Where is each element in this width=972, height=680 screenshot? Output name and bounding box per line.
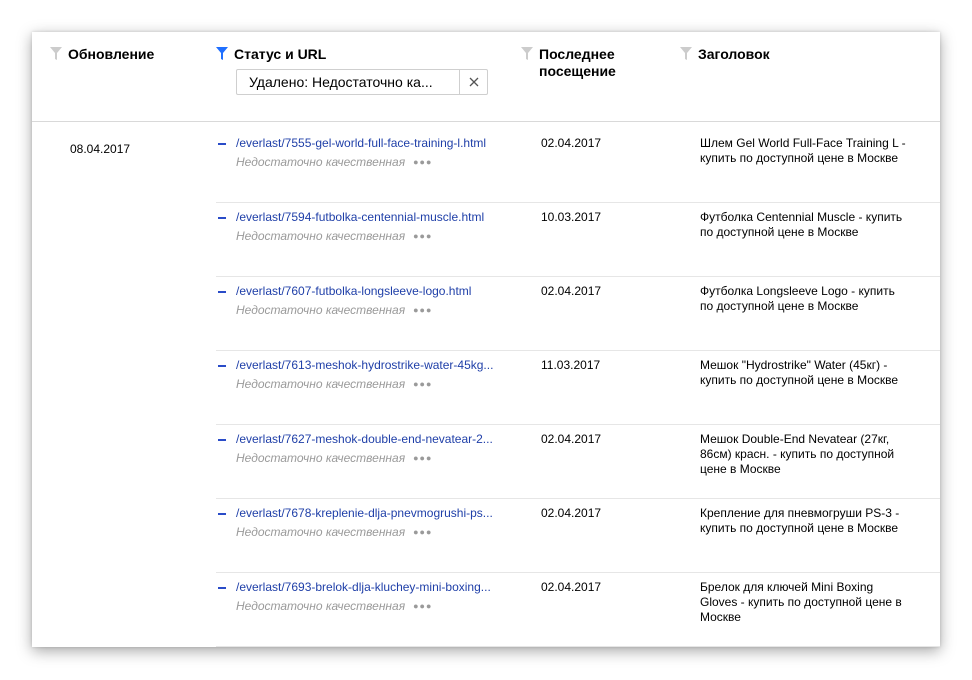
status-text: Недостаточно качественная (236, 525, 406, 539)
clear-filter-button[interactable] (459, 70, 487, 94)
last-visit-date: 11.03.2017 (541, 358, 601, 372)
status-text: Недостаточно качественная (236, 229, 406, 243)
page-title: Футболка Longsleeve Logo - купить по дос… (700, 284, 895, 313)
report-panel: Обновление Статус и URL Удалено: Недоста… (32, 32, 940, 647)
table-row: /everlast/7555-gel-world-full-face-train… (216, 128, 940, 203)
table-row: /everlast/7594-futbolka-centennial-muscl… (216, 202, 940, 277)
more-icon[interactable]: ●●● (413, 231, 432, 241)
status-text: Недостаточно качественная (236, 451, 406, 465)
last-visit-date: 02.04.2017 (541, 136, 602, 150)
status-filter-value: Удалено: Недостаточно ка... (249, 74, 433, 90)
more-icon[interactable]: ●●● (413, 527, 432, 537)
remove-icon[interactable] (218, 439, 226, 441)
column-title-last-visit: Последнее посещение (539, 46, 616, 79)
page-url-link[interactable]: /everlast/7555-gel-world-full-face-train… (236, 136, 514, 150)
page-title: Мешок "Hydrostrike" Water (45кг) - купит… (700, 358, 899, 387)
page-title: Крепление для пневмогруши PS-3 - купить … (700, 506, 900, 535)
table-header: Обновление Статус и URL Удалено: Недоста… (32, 32, 940, 122)
page-url-link[interactable]: /everlast/7678-kreplenie-dlja-pnevmogrus… (236, 506, 514, 520)
more-icon[interactable]: ●●● (413, 601, 432, 611)
status-text: Недостаточно качественная (236, 155, 406, 169)
page-status: Недостаточно качественная ●●● (236, 229, 432, 243)
page-status: Недостаточно качественная ●●● (236, 451, 432, 465)
page-status: Недостаточно качественная ●●● (236, 303, 432, 317)
page-status: Недостаточно качественная ●●● (236, 599, 432, 613)
remove-icon[interactable] (218, 587, 226, 589)
close-icon (469, 77, 478, 87)
table-row: /everlast/7627-meshok-double-end-nevatea… (216, 424, 940, 499)
page-title: Мешок Double-End Nevatear (27кг, 86см) к… (700, 432, 895, 476)
remove-icon[interactable] (218, 365, 226, 367)
table-row: /everlast/7678-kreplenie-dlja-pnevmogrus… (216, 498, 940, 573)
page-status: Недостаточно качественная ●●● (236, 155, 432, 169)
more-icon[interactable]: ●●● (413, 305, 432, 315)
status-text: Недостаточно качественная (236, 377, 406, 391)
last-visit-date: 02.04.2017 (541, 580, 602, 594)
page-url-link[interactable]: /everlast/7613-meshok-hydrostrike-water-… (236, 358, 514, 372)
filter-funnel-icon[interactable] (50, 47, 62, 60)
more-icon[interactable]: ●●● (413, 379, 432, 389)
page-status: Недостаточно качественная ●●● (236, 525, 432, 539)
table-row: /everlast/7613-meshok-hydrostrike-water-… (216, 350, 940, 425)
column-title-update: Обновление (68, 46, 155, 62)
page-title: Шлем Gel World Full-Face Training L - ку… (700, 136, 906, 165)
last-visit-date: 02.04.2017 (541, 432, 602, 446)
last-visit-date: 02.04.2017 (541, 284, 602, 298)
page-url-link[interactable]: /everlast/7594-futbolka-centennial-muscl… (236, 210, 514, 224)
filter-funnel-icon[interactable] (521, 47, 533, 60)
page-url-link[interactable]: /everlast/7607-futbolka-longsleeve-logo.… (236, 284, 514, 298)
remove-icon[interactable] (218, 143, 226, 145)
remove-icon[interactable] (218, 513, 226, 515)
status-filter-chip[interactable]: Удалено: Недостаточно ка... (236, 69, 488, 95)
table-row: /everlast/7693-brelok-dlja-kluchey-mini-… (216, 572, 940, 647)
status-text: Недостаточно качественная (236, 303, 406, 317)
table-row: /everlast/7607-futbolka-longsleeve-logo.… (216, 276, 940, 351)
last-visit-date: 10.03.2017 (541, 210, 602, 224)
status-text: Недостаточно качественная (236, 599, 406, 613)
filter-funnel-active-icon[interactable] (216, 47, 228, 60)
more-icon[interactable]: ●●● (413, 157, 432, 167)
page-url-link[interactable]: /everlast/7693-brelok-dlja-kluchey-mini-… (236, 580, 514, 594)
last-visit-date: 02.04.2017 (541, 506, 602, 520)
update-date: 08.04.2017 (70, 142, 131, 156)
more-icon[interactable]: ●●● (413, 453, 432, 463)
page-status: Недостаточно качественная ●●● (236, 377, 432, 391)
page-title: Брелок для ключей Mini Boxing Gloves - к… (700, 580, 902, 624)
remove-icon[interactable] (218, 291, 226, 293)
column-title-heading: Заголовок (698, 46, 770, 62)
page-url-link[interactable]: /everlast/7627-meshok-double-end-nevatea… (236, 432, 514, 446)
page-title: Футболка Centennial Muscle - купить по д… (700, 210, 903, 239)
remove-icon[interactable] (218, 217, 226, 219)
filter-funnel-icon[interactable] (680, 47, 692, 60)
column-title-status-url: Статус и URL (234, 46, 327, 62)
